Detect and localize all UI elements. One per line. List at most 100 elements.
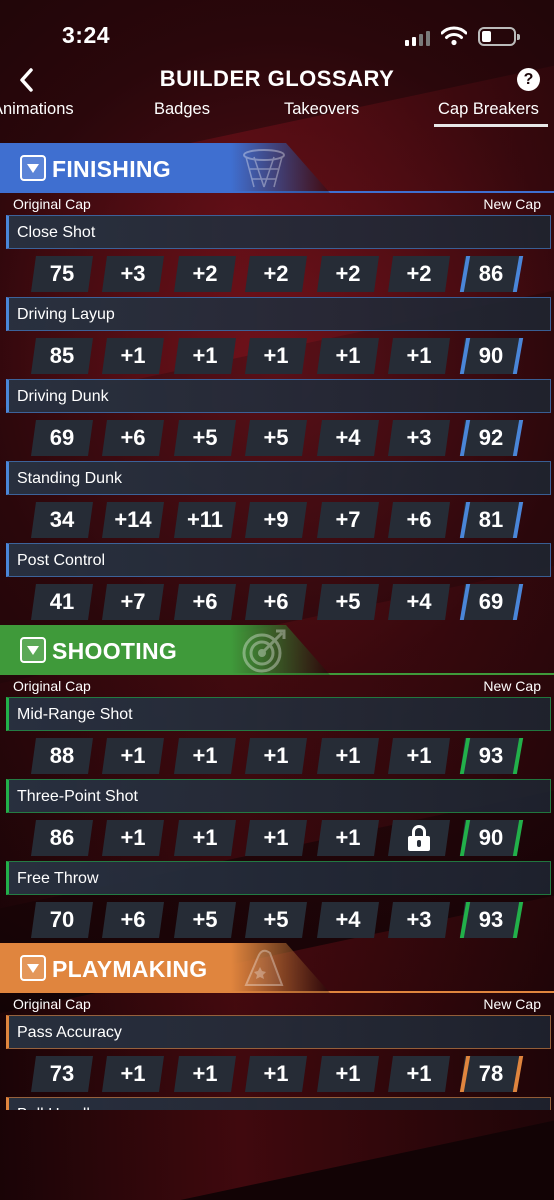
- original-cap-label: Original Cap: [13, 996, 91, 1012]
- original-cap-label: Original Cap: [13, 678, 91, 694]
- attribute-row[interactable]: Ball Handle: [0, 1097, 554, 1110]
- active-tab-indicator: [434, 124, 548, 127]
- attribute-row[interactable]: Driving Layup 85 +1 +1 +1 +1 +1 90: [0, 297, 554, 379]
- cap-breaker-boost: +1: [245, 820, 307, 856]
- cap-breaker-boost: +5: [174, 420, 236, 456]
- cap-breaker-boost: +1: [245, 338, 307, 374]
- cap-values: 85 +1 +1 +1 +1 +1 90: [0, 338, 554, 374]
- status-bar: 3:24: [0, 0, 554, 64]
- attribute-name: Post Control: [17, 552, 106, 569]
- cellular-signal-icon: [405, 30, 430, 46]
- cap-values: 86 +1 +1 +1 +1 90: [0, 820, 554, 856]
- page-title: BUILDER GLOSSARY: [159, 66, 395, 91]
- cap-breaker-boost: +5: [245, 902, 307, 938]
- cap-breaker-boost: +1: [317, 338, 379, 374]
- basketball-hoop-icon: [240, 145, 288, 191]
- cap-breaker-boost: +1: [388, 738, 450, 774]
- section-header[interactable]: SHOOTING: [0, 625, 554, 675]
- attribute-row[interactable]: Close Shot 75 +3 +2 +2 +2 +2 86: [0, 215, 554, 297]
- cap-labels-row: Original Cap New Cap: [0, 993, 554, 1015]
- cap-values: 70 +6 +5 +5 +4 +3 93: [0, 902, 554, 938]
- cap-breaker-boost: +6: [245, 584, 307, 620]
- tab-takeovers[interactable]: Takeovers: [284, 100, 359, 119]
- section-title: SHOOTING: [52, 638, 178, 664]
- tab-bar: Animations Badges Takeovers Cap Breakers: [0, 100, 554, 122]
- section-finishing: FINISHING Original Cap New Cap Close Shot 75…: [0, 143, 554, 625]
- original-cap-value: 88: [31, 738, 93, 774]
- wifi-icon: [441, 26, 467, 46]
- cap-breaker-boost: +1: [102, 338, 164, 374]
- section-title: PLAYMAKING: [52, 956, 208, 982]
- attribute-name: Mid-Range Shot: [17, 706, 133, 723]
- cap-values: 73 +1 +1 +1 +1 +1 78: [0, 1056, 554, 1092]
- collapse-toggle-icon[interactable]: [20, 155, 46, 181]
- cap-breaker-boost: +5: [174, 902, 236, 938]
- cap-breaker-boost: +1: [102, 738, 164, 774]
- cap-values: 41 +7 +6 +6 +5 +4 69: [0, 584, 554, 620]
- tab-animations[interactable]: Animations: [0, 100, 74, 119]
- attribute-name: Driving Dunk: [17, 388, 109, 405]
- section-shooting: SHOOTING Original Cap New Cap Mid-Range Sho…: [0, 625, 554, 943]
- new-cap-label: New Cap: [483, 996, 541, 1012]
- attribute-row[interactable]: Driving Dunk 69 +6 +5 +5 +4 +3 92: [0, 379, 554, 461]
- attribute-name: Three-Point Shot: [17, 788, 138, 805]
- section-title: FINISHING: [52, 156, 171, 182]
- wizard-hat-icon: [240, 945, 288, 991]
- cap-values: 69 +6 +5 +5 +4 +3 92: [0, 420, 554, 456]
- attribute-row[interactable]: Three-Point Shot 86 +1 +1 +1 +1 90: [0, 779, 554, 861]
- original-cap-value: 70: [31, 902, 93, 938]
- attribute-name-bar: Ball Handle: [6, 1097, 551, 1110]
- cap-breaker-boost: +1: [245, 738, 307, 774]
- tab-cap-breakers[interactable]: Cap Breakers: [438, 100, 539, 119]
- attribute-name-bar: Driving Layup: [6, 297, 551, 331]
- section-header[interactable]: PLAYMAKING: [0, 943, 554, 993]
- attribute-row[interactable]: Pass Accuracy 73 +1 +1 +1 +1 +1 78: [0, 1015, 554, 1097]
- cap-breaker-boost: +6: [102, 420, 164, 456]
- cap-breaker-boost: +1: [174, 738, 236, 774]
- section-header[interactable]: FINISHING: [0, 143, 554, 193]
- attribute-name: Free Throw: [17, 870, 99, 887]
- help-icon[interactable]: ?: [517, 68, 540, 91]
- cap-breaker-boost: +1: [174, 1056, 236, 1092]
- lock-icon: [408, 825, 430, 851]
- attribute-row[interactable]: Free Throw 70 +6 +5 +5 +4 +3 93: [0, 861, 554, 943]
- cap-breaker-boost: +1: [317, 1056, 379, 1092]
- bottom-background: [0, 1110, 554, 1200]
- locked-cap-breaker: [388, 820, 450, 856]
- attribute-name-bar: Close Shot: [6, 215, 551, 249]
- cap-breaker-boost: +14: [102, 502, 164, 538]
- cap-breaker-boost: +3: [388, 902, 450, 938]
- cap-breaker-boost: +4: [317, 420, 379, 456]
- new-cap-label: New Cap: [483, 196, 541, 212]
- cap-breaker-boost: +1: [317, 820, 379, 856]
- original-cap-value: 73: [31, 1056, 93, 1092]
- cap-labels-row: Original Cap New Cap: [0, 675, 554, 697]
- cap-breaker-boost: +7: [317, 502, 379, 538]
- attribute-name-bar: Driving Dunk: [6, 379, 551, 413]
- cap-breaker-boost: +1: [102, 1056, 164, 1092]
- cap-breaker-boost: +9: [245, 502, 307, 538]
- cap-values: 88 +1 +1 +1 +1 +1 93: [0, 738, 554, 774]
- cap-breakers-list[interactable]: FINISHING Original Cap New Cap Close Shot 75…: [0, 143, 554, 1110]
- attribute-name-bar: Pass Accuracy: [6, 1015, 551, 1049]
- attribute-row[interactable]: Mid-Range Shot 88 +1 +1 +1 +1 +1 93: [0, 697, 554, 779]
- attribute-row[interactable]: Standing Dunk 34 +14 +11 +9 +7 +6 81: [0, 461, 554, 543]
- attribute-name: Pass Accuracy: [17, 1024, 122, 1041]
- header: BUILDER GLOSSARY ?: [0, 62, 554, 98]
- cap-breaker-boost: +1: [388, 1056, 450, 1092]
- attribute-name: Close Shot: [17, 224, 96, 241]
- target-icon: [240, 627, 288, 673]
- original-cap-value: 75: [31, 256, 93, 292]
- tab-badges[interactable]: Badges: [154, 100, 210, 119]
- cap-breaker-boost: +5: [317, 584, 379, 620]
- original-cap-value: 41: [31, 584, 93, 620]
- cap-breaker-boost: +1: [174, 820, 236, 856]
- collapse-toggle-icon[interactable]: [20, 637, 46, 663]
- cap-breaker-boost: +7: [102, 584, 164, 620]
- cap-breaker-boost: +1: [317, 738, 379, 774]
- cap-breaker-boost: +4: [317, 902, 379, 938]
- collapse-toggle-icon[interactable]: [20, 955, 46, 981]
- original-cap-label: Original Cap: [13, 196, 91, 212]
- cap-breaker-boost: +4: [388, 584, 450, 620]
- attribute-row[interactable]: Post Control 41 +7 +6 +6 +5 +4 69: [0, 543, 554, 625]
